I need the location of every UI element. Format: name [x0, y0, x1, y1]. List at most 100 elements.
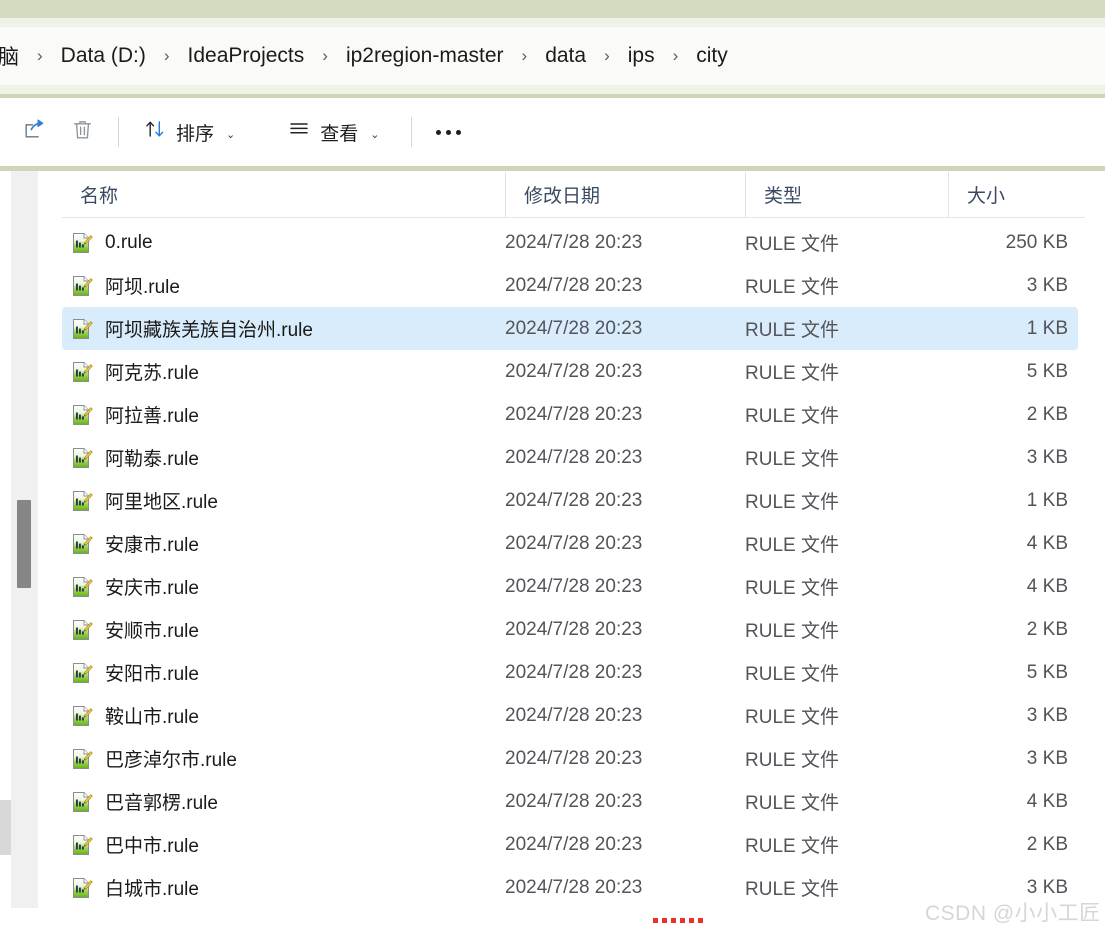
- rule-file-icon: [71, 232, 93, 254]
- table-row[interactable]: 安顺市.rule 2024/7/28 20:23 RULE 文件 2 KB: [62, 608, 1078, 651]
- file-type-cell: RULE 文件: [745, 492, 839, 513]
- share-button[interactable]: [10, 112, 58, 152]
- breadcrumb-item-7[interactable]: city: [692, 42, 732, 70]
- file-size-cell: 5 KB: [1026, 360, 1068, 382]
- rule-file-icon: [71, 318, 93, 340]
- file-name-cell[interactable]: 巴音郭楞.rule: [62, 788, 505, 815]
- file-size-cell: 2 KB: [1026, 403, 1068, 425]
- table-row[interactable]: 巴音郭楞.rule 2024/7/28 20:23 RULE 文件 4 KB: [62, 780, 1078, 823]
- breadcrumb-separator: ›: [672, 46, 679, 65]
- view-button[interactable]: 查看 ⌄: [275, 112, 391, 152]
- file-explorer-window: 脑 › Data (D:) › IdeaProjects › ip2region-maste…: [0, 0, 1105, 930]
- file-name-label: 阿勒泰.rule: [105, 449, 199, 470]
- table-row[interactable]: 阿勒泰.rule 2024/7/28 20:23 RULE 文件 3 KB: [62, 436, 1078, 479]
- table-row[interactable]: 0.rule 2024/7/28 20:23 RULE 文件 250 KB: [62, 221, 1078, 264]
- rule-file-icon: [71, 361, 93, 383]
- file-name-cell[interactable]: 阿拉善.rule: [62, 401, 505, 428]
- breadcrumb-separator: ›: [521, 46, 528, 65]
- file-size-cell: 4 KB: [1026, 532, 1068, 554]
- table-row[interactable]: 巴彦淖尔市.rule 2024/7/28 20:23 RULE 文件 3 KB: [62, 737, 1078, 780]
- file-type-cell: RULE 文件: [745, 578, 839, 599]
- toolbar-divider-2: [411, 117, 413, 147]
- file-name-cell[interactable]: 安康市.rule: [62, 530, 505, 557]
- vertical-scrollbar-thumb[interactable]: [17, 500, 31, 588]
- file-list[interactable]: 0.rule 2024/7/28 20:23 RULE 文件 250 KB 阿坝.rul…: [62, 221, 1078, 909]
- rule-file-icon: [71, 447, 93, 469]
- file-type-cell: RULE 文件: [745, 879, 839, 900]
- file-name-cell[interactable]: 鞍山市.rule: [62, 702, 505, 729]
- file-date-cell: 2024/7/28 20:23: [505, 876, 643, 898]
- breadcrumb-separator: ›: [322, 46, 328, 65]
- file-name-cell[interactable]: 巴中市.rule: [62, 831, 505, 858]
- rule-file-icon: [71, 576, 93, 598]
- breadcrumb-item-5[interactable]: data: [541, 42, 590, 70]
- table-row[interactable]: 安阳市.rule 2024/7/28 20:23 RULE 文件 5 KB: [62, 651, 1078, 694]
- column-header-name[interactable]: 名称: [62, 172, 505, 218]
- table-row[interactable]: 鞍山市.rule 2024/7/28 20:23 RULE 文件 3 KB: [62, 694, 1078, 737]
- file-name-cell[interactable]: 阿里地区.rule: [62, 487, 505, 514]
- file-date-cell: 2024/7/28 20:23: [505, 446, 643, 468]
- file-type-cell: RULE 文件: [745, 449, 839, 470]
- table-row[interactable]: 阿里地区.rule 2024/7/28 20:23 RULE 文件 1 KB: [62, 479, 1078, 522]
- table-row[interactable]: 阿坝藏族羌族自治州.rule 2024/7/28 20:23 RULE 文件 1 KB: [62, 307, 1078, 350]
- file-type-cell: RULE 文件: [745, 664, 839, 685]
- breadcrumb-item-3[interactable]: IdeaProjects: [184, 42, 309, 70]
- file-name-cell[interactable]: 阿克苏.rule: [62, 358, 505, 385]
- window-top-chrome-fade: [0, 18, 1105, 27]
- breadcrumb-item-6[interactable]: ips: [624, 42, 659, 70]
- file-type-cell: RULE 文件: [745, 707, 839, 728]
- breadcrumb-item-2[interactable]: Data (D:): [57, 42, 150, 70]
- rule-file-icon: [71, 619, 93, 641]
- file-size-cell: 5 KB: [1026, 661, 1068, 683]
- address-bar-underline: [0, 85, 1105, 94]
- table-row[interactable]: 阿克苏.rule 2024/7/28 20:23 RULE 文件 5 KB: [62, 350, 1078, 393]
- column-header-row: 名称 修改日期 类型 大小: [62, 171, 1085, 218]
- file-date-cell: 2024/7/28 20:23: [505, 274, 643, 296]
- breadcrumb-item-1[interactable]: 脑: [0, 39, 23, 73]
- share-icon: [22, 117, 47, 148]
- file-name-cell[interactable]: 巴彦淖尔市.rule: [62, 745, 505, 772]
- column-header-type[interactable]: 类型: [745, 171, 948, 218]
- file-date-cell: 2024/7/28 20:23: [505, 403, 643, 425]
- delete-button[interactable]: [58, 112, 106, 152]
- table-row[interactable]: 阿拉善.rule 2024/7/28 20:23 RULE 文件 2 KB: [62, 393, 1078, 436]
- more-options-button[interactable]: [424, 112, 472, 152]
- column-header-date-modified[interactable]: 修改日期: [505, 171, 745, 218]
- address-bar[interactable]: 脑 › Data (D:) › IdeaProjects › ip2region-maste…: [0, 27, 1105, 85]
- file-name-cell[interactable]: 安顺市.rule: [62, 616, 505, 643]
- breadcrumb-item-4[interactable]: ip2region-master: [342, 42, 508, 70]
- column-header-name-label: 名称: [80, 186, 119, 207]
- table-row[interactable]: 巴中市.rule 2024/7/28 20:23 RULE 文件 2 KB: [62, 823, 1078, 866]
- trash-icon: [70, 117, 95, 148]
- file-name-label: 阿拉善.rule: [105, 406, 199, 427]
- file-name-cell[interactable]: 白城市.rule: [62, 874, 505, 901]
- rule-file-icon: [71, 662, 93, 684]
- file-size-cell: 3 KB: [1026, 704, 1068, 726]
- breadcrumb-separator: ›: [604, 46, 610, 65]
- breadcrumb: 脑 › Data (D:) › IdeaProjects › ip2region-maste…: [0, 39, 732, 73]
- file-name-cell[interactable]: 安阳市.rule: [62, 659, 505, 686]
- window-top-chrome-bar: [0, 0, 1105, 18]
- table-row[interactable]: 安康市.rule 2024/7/28 20:23 RULE 文件 4 KB: [62, 522, 1078, 565]
- file-type-cell: RULE 文件: [745, 750, 839, 771]
- column-header-size-label: 大小: [967, 186, 1006, 207]
- file-type-cell: RULE 文件: [745, 406, 839, 427]
- rule-file-icon: [71, 748, 93, 770]
- csdn-watermark: CSDN @小小工匠: [925, 902, 1101, 925]
- file-name-label: 巴中市.rule: [105, 836, 199, 857]
- sort-button-label: 排序: [176, 123, 215, 145]
- file-date-cell: 2024/7/28 20:23: [505, 360, 643, 382]
- file-name-label: 0.rule: [105, 231, 153, 253]
- file-name-cell[interactable]: 0.rule: [62, 232, 505, 254]
- column-header-size[interactable]: 大小: [948, 171, 1085, 218]
- file-name-cell[interactable]: 阿勒泰.rule: [62, 444, 505, 471]
- file-name-cell[interactable]: 安庆市.rule: [62, 573, 505, 600]
- table-row[interactable]: 安庆市.rule 2024/7/28 20:23 RULE 文件 4 KB: [62, 565, 1078, 608]
- file-name-label: 安康市.rule: [105, 535, 199, 556]
- breadcrumb-separator: ›: [37, 46, 43, 65]
- file-name-label: 巴音郭楞.rule: [105, 793, 218, 814]
- file-name-cell[interactable]: 阿坝.rule: [62, 272, 505, 299]
- file-name-cell[interactable]: 阿坝藏族羌族自治州.rule: [62, 315, 505, 342]
- sort-button[interactable]: 排序 ⌄: [131, 112, 247, 152]
- table-row[interactable]: 阿坝.rule 2024/7/28 20:23 RULE 文件 3 KB: [62, 264, 1078, 307]
